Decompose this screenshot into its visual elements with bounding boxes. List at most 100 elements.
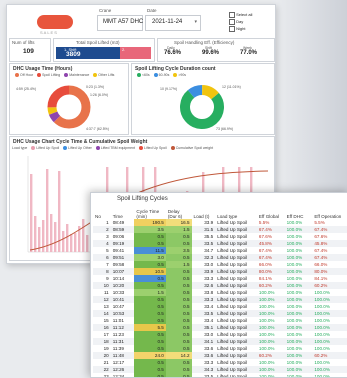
shift-option[interactable]: Night: [229, 25, 269, 32]
table-cell: 0.5: [134, 261, 166, 268]
table-row[interactable]: 11 10:33 1.5 0.5 33.8 Lifted Up Spoil 100.0% 10…: [93, 289, 347, 296]
table-cell: 100.0%: [284, 226, 313, 233]
table-cell: 0.5: [134, 331, 166, 338]
table-cell: 100.0%: [314, 304, 330, 309]
table-cell: 10:47: [112, 304, 125, 309]
usage-time-card: DHC Usage Time (Hours) Off Hour Spoil Li…: [9, 63, 129, 135]
table-cell: 100.0%: [258, 332, 275, 337]
table-cell: 11: [103, 290, 109, 295]
table-cell: 4: [93, 240, 111, 247]
table-cell: 0.5: [134, 345, 166, 352]
cycle-bar: [54, 222, 57, 252]
table-cell: 5.5%: [314, 220, 325, 225]
col-header[interactable]: Delay (Dur 6): [166, 204, 192, 219]
table-cell: 0.5: [165, 310, 192, 317]
table-cell: 60.2%: [312, 352, 347, 359]
cycle-bar: [70, 234, 73, 252]
table-title: Spoil Lifting Cycles: [117, 196, 168, 202]
cycle-legend: Load type Lifted Up Spoil Lifted Up Othe…: [12, 146, 214, 151]
col-header[interactable]: Eff DHC: [285, 204, 313, 219]
table-cell: 67.6%: [314, 234, 328, 239]
table-cell: 100.0%: [314, 332, 330, 337]
table-cell: 20: [93, 352, 111, 359]
col-header[interactable]: Cycle Time (min): [134, 204, 165, 219]
table-row[interactable]: 18 11:31 0.5 0.5 34.1 Lifted Up Spoil 100.0% 10…: [93, 338, 347, 345]
table-cell: 11:12: [110, 324, 135, 331]
table-row[interactable]: 6 09:51 3.0 0.5 32.3 Lifted Up Spoil 67.4% 100.…: [93, 254, 347, 261]
table-cell: 67.4%: [312, 254, 347, 261]
table-cell: 100.0%: [258, 290, 275, 295]
table-cell: 100.0%: [286, 248, 303, 253]
shift-option[interactable]: Day: [229, 18, 269, 25]
table-row[interactable]: 5 09:41 11.5 3.5 34.7 Lifted Up Spoil 67.4% 100…: [93, 247, 347, 254]
table-row[interactable]: 12 10:41 0.5 0.5 33.3 Lifted Up Spoil 100.0% 10…: [93, 296, 347, 303]
table-cell: 100.0%: [314, 290, 330, 295]
table-row[interactable]: 9 10:14 0.5 0.5 33.3 Lifted Up Spoil 84.1% 100.…: [93, 275, 347, 282]
table-cell: 0.5: [165, 359, 192, 366]
table-row[interactable]: 4 09:19 0.5 0.5 33.5 Lifted Up Spoil 45.8% 100.…: [93, 240, 347, 247]
table-row[interactable]: 7 09:58 0.5 1.5 33.0 Lifted Up Spoil 66.0% 100.…: [93, 261, 347, 268]
usage-chart-title: DHC Usage Time (Hours): [13, 66, 73, 72]
table-row[interactable]: 17 11:23 0.5 0.5 33.0 Lifted Up Spoil 100.0% 10…: [93, 331, 347, 338]
table-cell: 100.0%: [258, 318, 275, 323]
table-row[interactable]: 21 12:17 0.5 0.5 33.3 Lifted Up Spoil 100.0% 10…: [93, 359, 347, 366]
shift2-bar: 2.: [120, 47, 151, 59]
table-row[interactable]: 20 11:48 24.0 14.2 33.6 Lifted Up Spoil 60.2% 1…: [93, 352, 347, 359]
usage-label: 4:37:7 (62.5%): [86, 127, 109, 131]
total-spoil-card: Total Spoil Lifted (m3) 1. Shift 3809 2.: [53, 38, 155, 62]
table-cell: 11:31: [110, 338, 135, 345]
table-cell: Lifted Up Spoil: [217, 248, 248, 253]
col-header[interactable]: Eff Global: [257, 204, 285, 219]
table-header-row: No Time Cycle Time (min) Delay (Dur 6) L…: [93, 204, 347, 219]
table-cell: 100.0%: [284, 366, 313, 373]
table-row[interactable]: 16 11:12 5.5 0.5 35.1 Lifted Up Spoil 100.0% 10…: [93, 324, 347, 331]
table-row[interactable]: 19 11:39 0.5 0.5 33.6 Lifted Up Spoil 100.0% 10…: [93, 345, 347, 352]
table-cell: 7: [106, 262, 109, 267]
duration-label: 10 (9.17%): [160, 87, 177, 91]
col-header[interactable]: No: [93, 204, 111, 219]
table-cell: 100.0%: [284, 254, 313, 261]
table-row[interactable]: 14 10:53 0.5 0.5 33.5 Lifted Up Spoil 100.0% 10…: [93, 310, 347, 317]
table-cell: 14.2: [165, 352, 192, 359]
table-cell: 10:07: [110, 268, 135, 275]
table-row[interactable]: 15 11:01 0.5 0.5 33.4 Lifted Up Spoil 100.0% 10…: [93, 317, 347, 324]
table-cell: 0.5: [165, 254, 192, 261]
table-row[interactable]: 1 08:49 190.5 16.5 33.9 Lifted Up Spoil 5.5% 10…: [93, 219, 347, 226]
table-cell: Lifted Up Spoil: [217, 234, 248, 239]
table-cell: 80.0%: [256, 268, 285, 275]
table-cell: 10:20: [110, 282, 135, 289]
table-cell: 60.2%: [256, 282, 285, 289]
table-cell: 12:17: [112, 360, 125, 365]
table-cell: 35.1: [191, 324, 216, 331]
table-row[interactable]: 3 09:06 0.5 0.5 35.5 Lifted Up Spoil 67.6% 100.…: [93, 233, 347, 240]
table-cell: 66.0%: [258, 262, 272, 267]
table-cell: 100.0%: [284, 352, 313, 359]
table-cell: 66.0%: [314, 262, 328, 267]
table-cell: 5.5: [134, 324, 166, 331]
usage-label: 0:23 (1.3%): [86, 85, 104, 89]
eff-shift-value: 99.6%: [202, 50, 220, 56]
table-cell: 09:19: [110, 240, 135, 247]
table-cell: 10.5: [134, 268, 166, 275]
table-cell: 100.0%: [286, 262, 303, 267]
table-row[interactable]: 8 10:07 10.5 0.5 33.9 Lifted Up Spoil 80.0% 100…: [93, 268, 347, 275]
table-cell: 67.4%: [312, 226, 347, 233]
table-cell: 0.5: [165, 268, 192, 275]
col-header[interactable]: Load type: [215, 204, 257, 219]
shift-option[interactable]: Select all: [229, 11, 269, 18]
col-header[interactable]: Time: [111, 204, 135, 219]
date-picker[interactable]: 2021-11-24 ▾: [145, 15, 201, 31]
col-header[interactable]: Eff Operation: [312, 204, 347, 219]
col-header[interactable]: Load (t): [192, 204, 216, 219]
table-row[interactable]: 2 08:59 3.5 1.5 31.5 Lifted Up Spoil 67.4% 100.…: [93, 226, 347, 233]
table-cell: 10:53: [110, 310, 135, 317]
duration-donut: 10 (9.17%) 12 (11.01%) 73 (66.9%): [160, 85, 241, 131]
table-row[interactable]: 10 10:20 0.5 0.5 32.6 Lifted Up Spoil 60.2% 100…: [93, 282, 347, 289]
table-row[interactable]: 22 12:26 0.5 0.5 34.3 Lifted Up Spoil 100.0% 10…: [93, 366, 347, 373]
table-row[interactable]: 13 10:47 0.5 0.5 33.4 Lifted Up Spoil 100.0% 10…: [93, 303, 347, 310]
table-cell: 09:58: [112, 262, 125, 267]
table-cell: 15: [103, 318, 109, 323]
table-cell: 33.6: [204, 346, 214, 351]
crane-select[interactable]: MMT A57 DHC: [97, 15, 143, 31]
table-cell: 33.3: [204, 276, 214, 281]
